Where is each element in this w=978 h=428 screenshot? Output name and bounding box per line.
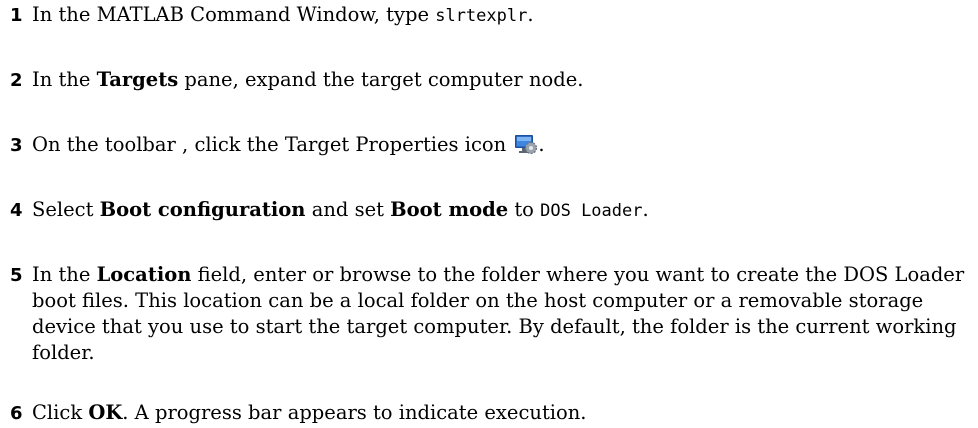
ui-term: OK — [88, 401, 123, 424]
step-text: On the toolbar , click the Target Proper… — [32, 133, 545, 156]
step-6: 6 Click OK. A progress bar appears to ind… — [10, 400, 587, 427]
step-text: Click OK. A progress bar appears to indi… — [32, 401, 587, 424]
step-text: In the Targets pane, expand the target c… — [32, 68, 584, 91]
step-number: 4 — [10, 200, 23, 221]
ui-term: Boot configuration — [99, 198, 306, 221]
ui-term: Boot mode — [390, 198, 509, 221]
step-4: 4 Select Boot configuration and set Boot … — [10, 197, 649, 224]
step-number: 2 — [10, 70, 23, 91]
step-text: In the Location field, enter or browse t… — [32, 263, 965, 364]
step-1: 1 In the MATLAB Command Window, type slrt… — [10, 2, 534, 29]
step-5: 5 In the Location field, enter or browse … — [10, 262, 978, 366]
target-properties-icon — [514, 133, 538, 155]
step-2: 2 In the Targets pane, expand the target … — [10, 67, 583, 94]
step-number: 1 — [10, 5, 23, 26]
step-number: 6 — [10, 403, 23, 424]
step-text: Select Boot configuration and set Boot m… — [32, 198, 649, 221]
step-3: 3 On the toolbar , click the Target Prope… — [10, 132, 545, 159]
step-number: 3 — [10, 135, 23, 156]
step-number: 5 — [10, 265, 23, 286]
step-text: In the MATLAB Command Window, type slrte… — [32, 3, 534, 26]
ui-term: Location — [96, 263, 192, 286]
code-value: DOS Loader — [540, 201, 643, 221]
ui-term: Targets — [96, 68, 179, 91]
command-name: slrtexplr — [435, 6, 528, 26]
